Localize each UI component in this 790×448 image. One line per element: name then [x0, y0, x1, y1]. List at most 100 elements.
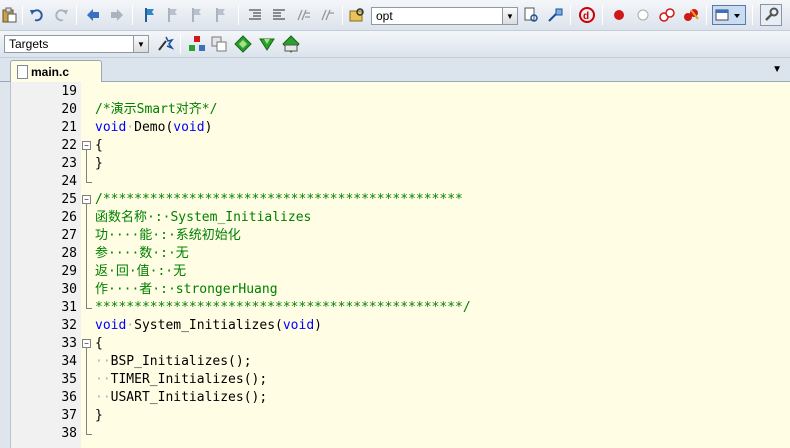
code-token: /*演示Smart对齐*/ — [95, 102, 218, 117]
code-token: { — [95, 336, 103, 351]
editor-margin — [0, 82, 11, 448]
incremental-find-icon[interactable] — [546, 6, 564, 24]
manage-project-items-icon[interactable] — [188, 35, 206, 53]
select-packs-icon[interactable] — [210, 35, 228, 53]
uncomment-selection-icon[interactable] — [318, 6, 336, 24]
line-number: 30 — [61, 282, 77, 297]
line-number: 26 — [61, 210, 77, 225]
code-line: ··USART_Initializes(); — [95, 389, 267, 407]
code-token: 作····者·:·strongerHuang — [95, 282, 278, 297]
chevron-down-icon[interactable]: ▼ — [502, 8, 517, 24]
line-number: 19 — [61, 84, 77, 99]
code-line: void·Demo(void) — [95, 119, 212, 137]
fold-guide-end — [86, 308, 92, 309]
code-editor[interactable]: 19 20/*演示Smart对齐*/21 void·Demo(void) 22{23}… — [0, 82, 790, 448]
bookmark-icon[interactable] — [140, 6, 158, 24]
code-token: void — [282, 318, 315, 333]
code-token: /***************************************… — [95, 192, 463, 207]
fold-toggle-icon[interactable]: − — [82, 141, 91, 150]
target-combo[interactable]: Targets ▼ — [4, 35, 149, 53]
fold-toggle-icon[interactable]: − — [82, 339, 91, 348]
code-token: 函数名称·:·System_Initializes — [95, 210, 312, 225]
code-token: · — [126, 120, 135, 135]
code-token: TIMER_Initializes(); — [110, 372, 268, 387]
configure-icon[interactable] — [760, 4, 782, 26]
code-token: { — [95, 138, 103, 153]
unindent-icon[interactable] — [270, 6, 288, 24]
insert-breakpoint-icon[interactable] — [610, 6, 628, 24]
find-in-files-icon[interactable] — [348, 6, 366, 24]
kill-all-breakpoints-icon[interactable] — [682, 6, 700, 24]
ide-window: opt ▼ d Targets ▼ main.c ▼ 19 20 /*演示Sma… — [0, 0, 790, 448]
disable-all-breakpoints-icon[interactable] — [658, 6, 676, 24]
code-line: 功····能·:·系统初始化 — [95, 227, 241, 245]
line-number: 28 — [61, 246, 77, 261]
line-number: 36 — [61, 390, 77, 405]
line-number: 25 — [61, 192, 77, 207]
code-token: ) — [314, 318, 322, 333]
code-token: ****************************************… — [95, 300, 471, 315]
window-layout-button[interactable] — [712, 5, 746, 25]
line-number: 34 — [61, 354, 77, 369]
tab-list-dropdown-icon[interactable]: ▼ — [772, 64, 782, 75]
fold-margin — [81, 82, 93, 448]
code-token: ·· — [95, 372, 111, 387]
next-bookmark-icon[interactable] — [188, 6, 206, 24]
find-icon[interactable] — [522, 6, 540, 24]
code-line: /*演示Smart对齐*/ — [95, 101, 217, 119]
nav-back-icon[interactable] — [84, 6, 102, 24]
main-toolbar: opt ▼ d — [0, 0, 790, 31]
run-time-environment-icon[interactable] — [282, 35, 300, 53]
code-line: 参····数·:·无 — [95, 245, 189, 263]
build-toolbar: Targets ▼ — [0, 31, 790, 58]
find-combo-value: opt — [376, 9, 393, 23]
debug-session-icon[interactable]: d — [578, 6, 596, 24]
undo-icon[interactable] — [28, 6, 46, 24]
comment-selection-icon[interactable] — [294, 6, 312, 24]
line-number: 38 — [61, 426, 77, 441]
code-token: } — [95, 408, 103, 423]
line-number: 37 — [61, 408, 77, 423]
code-line: /***************************************… — [95, 191, 463, 209]
prev-bookmark-icon[interactable] — [164, 6, 182, 24]
code-line: ··TIMER_Initializes(); — [95, 371, 267, 389]
code-token: ·· — [95, 390, 111, 405]
enable-breakpoint-icon[interactable] — [634, 6, 652, 24]
line-number: 27 — [61, 228, 77, 243]
code-token: void — [95, 120, 127, 135]
fold-toggle-icon[interactable]: − — [82, 195, 91, 204]
redo-icon[interactable] — [52, 6, 70, 24]
nav-forward-icon[interactable] — [108, 6, 126, 24]
code-token: BSP_Initializes(); — [110, 354, 252, 369]
code-token: 返·回·值·:·无 — [95, 264, 187, 279]
chevron-down-icon[interactable]: ▼ — [133, 36, 148, 52]
line-number: 21 — [61, 120, 77, 135]
code-token: void — [173, 120, 205, 135]
pack-installer-icon[interactable] — [258, 35, 276, 53]
code-line: { — [95, 137, 103, 155]
code-token: } — [95, 156, 103, 171]
find-combo[interactable]: opt ▼ — [371, 7, 518, 25]
code-token: 功····能·:·系统初始化 — [95, 228, 241, 243]
code-line: 函数名称·:·System_Initializes — [95, 209, 311, 227]
manage-components-icon[interactable] — [234, 35, 252, 53]
clear-bookmarks-icon[interactable] — [212, 6, 230, 24]
code-line: { — [95, 335, 103, 353]
paste-icon[interactable] — [0, 6, 18, 24]
code-line: ··BSP_Initializes(); — [95, 353, 252, 371]
code-token: USART_Initializes(); — [110, 390, 268, 405]
code-line: 返·回·值·:·无 — [95, 263, 186, 281]
target-options-icon[interactable] — [156, 35, 174, 53]
svg-text:d: d — [583, 11, 589, 22]
line-number: 32 — [61, 318, 77, 333]
fold-guide-end — [86, 182, 92, 183]
code-token: Demo( — [134, 120, 174, 135]
line-number: 23 — [61, 156, 77, 171]
fold-guide — [86, 150, 87, 182]
target-combo-value: Targets — [9, 37, 49, 51]
tab-main-c[interactable]: main.c — [10, 60, 102, 83]
indent-icon[interactable] — [246, 6, 264, 24]
code-line: void·System_Initializes(void) — [95, 317, 322, 335]
code-token: void — [95, 318, 127, 333]
code-token: ·· — [95, 354, 111, 369]
